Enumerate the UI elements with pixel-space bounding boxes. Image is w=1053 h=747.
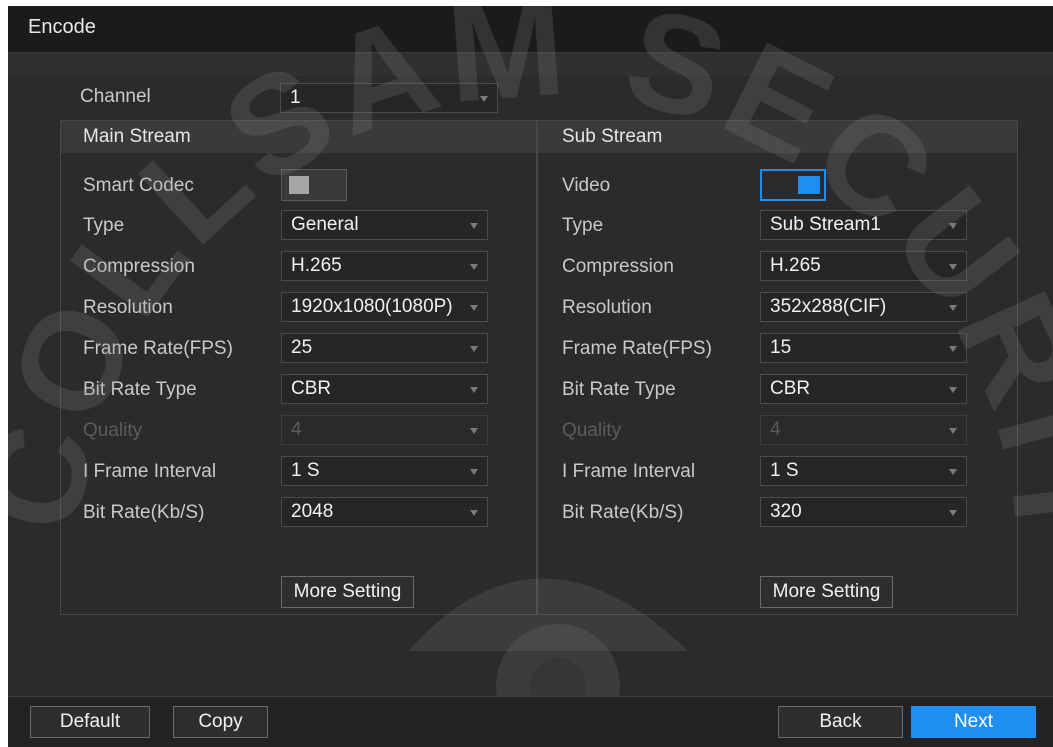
main-bit-rate-label: Bit Rate(Kb/S) bbox=[83, 502, 205, 523]
main-resolution-value: 1920x1080(1080P) bbox=[291, 296, 453, 317]
chevron-down-icon bbox=[470, 305, 478, 311]
chevron-down-icon bbox=[480, 96, 488, 102]
sub-more-setting-button[interactable]: More Setting bbox=[760, 576, 893, 608]
chevron-down-icon bbox=[470, 510, 478, 516]
smart-codec-toggle[interactable] bbox=[281, 169, 347, 201]
channel-label: Channel bbox=[80, 86, 151, 107]
main-type-value: General bbox=[291, 214, 359, 235]
sub-compression-value: H.265 bbox=[770, 255, 821, 276]
chevron-down-icon bbox=[949, 428, 957, 434]
next-button[interactable]: Next bbox=[911, 706, 1036, 738]
chevron-down-icon bbox=[470, 223, 478, 229]
main-i-frame-select[interactable]: 1 S bbox=[281, 456, 488, 486]
main-frame-rate-select[interactable]: 25 bbox=[281, 333, 488, 363]
main-type-label: Type bbox=[83, 215, 125, 236]
main-quality-value: 4 bbox=[291, 419, 302, 440]
main-compression-label: Compression bbox=[83, 256, 195, 277]
encode-window: Encode Channel 1 Main Stream Smart Codec… bbox=[8, 6, 1053, 747]
channel-select[interactable]: 1 bbox=[280, 83, 498, 113]
chevron-down-icon bbox=[470, 264, 478, 270]
sub-i-frame-label: I Frame Interval bbox=[562, 461, 696, 482]
toggle-knob bbox=[798, 176, 820, 194]
main-type-select[interactable]: General bbox=[281, 210, 488, 240]
sub-type-select[interactable]: Sub Stream1 bbox=[760, 210, 967, 240]
main-i-frame-value: 1 S bbox=[291, 460, 320, 481]
chevron-down-icon bbox=[949, 305, 957, 311]
window-title: Encode bbox=[28, 16, 96, 38]
main-stream-panel: Main Stream Smart Codec Type General Com… bbox=[60, 120, 537, 615]
main-bit-rate-select[interactable]: 2048 bbox=[281, 497, 488, 527]
video-toggle[interactable] bbox=[760, 169, 826, 201]
sub-type-value: Sub Stream1 bbox=[770, 214, 881, 235]
sub-frame-rate-value: 15 bbox=[770, 337, 792, 358]
main-quality-label: Quality bbox=[83, 420, 143, 441]
chevron-down-icon bbox=[949, 510, 957, 516]
main-bit-rate-type-select[interactable]: CBR bbox=[281, 374, 488, 404]
channel-value: 1 bbox=[290, 87, 301, 108]
chevron-down-icon bbox=[470, 469, 478, 475]
main-bit-rate-value: 2048 bbox=[291, 501, 334, 522]
default-button[interactable]: Default bbox=[30, 706, 150, 738]
chevron-down-icon bbox=[470, 428, 478, 434]
main-bit-rate-type-value: CBR bbox=[291, 378, 332, 399]
copy-button[interactable]: Copy bbox=[173, 706, 268, 738]
sub-quality-label: Quality bbox=[562, 420, 622, 441]
sub-quality-value: 4 bbox=[770, 419, 781, 440]
chevron-down-icon bbox=[949, 387, 957, 393]
sub-i-frame-value: 1 S bbox=[770, 460, 799, 481]
back-button[interactable]: Back bbox=[778, 706, 903, 738]
sub-compression-select[interactable]: H.265 bbox=[760, 251, 967, 281]
chevron-down-icon bbox=[949, 223, 957, 229]
sub-quality-select: 4 bbox=[760, 415, 967, 445]
sub-type-label: Type bbox=[562, 215, 604, 236]
sub-bit-rate-type-select[interactable]: CBR bbox=[760, 374, 967, 404]
chevron-down-icon bbox=[470, 387, 478, 393]
main-bit-rate-type-label: Bit Rate Type bbox=[83, 379, 197, 400]
title-bar: Encode bbox=[8, 6, 1053, 52]
sub-stream-panel: Sub Stream Video Type Sub Stream1 Compre… bbox=[537, 120, 1018, 615]
main-frame-rate-label: Frame Rate(FPS) bbox=[83, 338, 233, 359]
sub-frame-rate-label: Frame Rate(FPS) bbox=[562, 338, 712, 359]
sub-bit-rate-type-label: Bit Rate Type bbox=[562, 379, 676, 400]
main-compression-value: H.265 bbox=[291, 255, 342, 276]
main-resolution-select[interactable]: 1920x1080(1080P) bbox=[281, 292, 488, 322]
sub-bit-rate-value: 320 bbox=[770, 501, 802, 522]
sub-bit-rate-type-value: CBR bbox=[770, 378, 811, 399]
main-quality-select: 4 bbox=[281, 415, 488, 445]
main-resolution-label: Resolution bbox=[83, 297, 173, 318]
main-i-frame-label: I Frame Interval bbox=[83, 461, 217, 482]
footer-bar: Default Copy Back Next bbox=[8, 696, 1053, 747]
smart-codec-label: Smart Codec bbox=[83, 175, 194, 196]
chevron-down-icon bbox=[949, 264, 957, 270]
sub-compression-label: Compression bbox=[562, 256, 674, 277]
sub-i-frame-select[interactable]: 1 S bbox=[760, 456, 967, 486]
toggle-knob bbox=[289, 176, 309, 194]
chevron-down-icon bbox=[949, 346, 957, 352]
title-separator bbox=[8, 52, 1053, 76]
main-more-setting-button[interactable]: More Setting bbox=[281, 576, 414, 608]
sub-resolution-select[interactable]: 352x288(CIF) bbox=[760, 292, 967, 322]
chevron-down-icon bbox=[470, 346, 478, 352]
sub-frame-rate-select[interactable]: 15 bbox=[760, 333, 967, 363]
sub-resolution-label: Resolution bbox=[562, 297, 652, 318]
sub-stream-header: Sub Stream bbox=[538, 121, 1017, 153]
sub-bit-rate-label: Bit Rate(Kb/S) bbox=[562, 502, 684, 523]
sub-resolution-value: 352x288(CIF) bbox=[770, 296, 887, 317]
video-label: Video bbox=[562, 175, 611, 196]
main-stream-header: Main Stream bbox=[61, 121, 536, 153]
sub-bit-rate-select[interactable]: 320 bbox=[760, 497, 967, 527]
main-frame-rate-value: 25 bbox=[291, 337, 313, 358]
chevron-down-icon bbox=[949, 469, 957, 475]
main-compression-select[interactable]: H.265 bbox=[281, 251, 488, 281]
